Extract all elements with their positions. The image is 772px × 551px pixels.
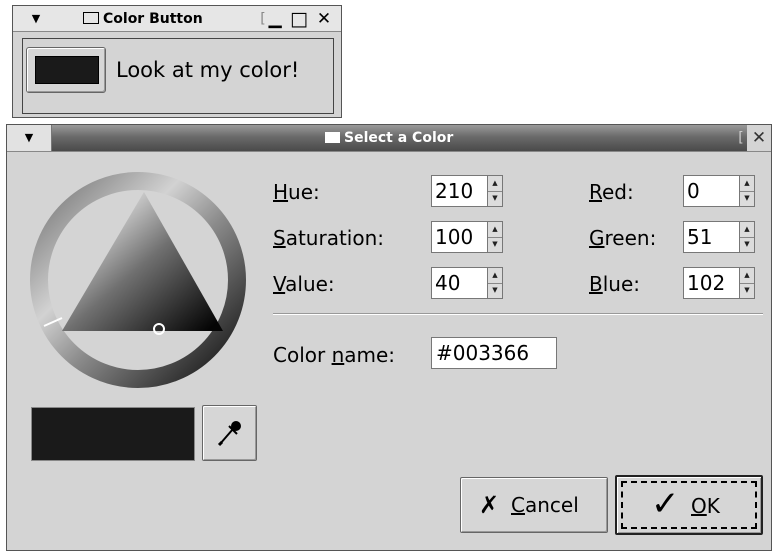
hsv-color-wheel[interactable] xyxy=(26,168,258,400)
ok-icon: ✓ xyxy=(651,484,680,524)
hue-increase-button[interactable]: ▲ xyxy=(488,176,502,192)
color-preview xyxy=(31,407,195,461)
value-spinbutton[interactable]: 40 ▲ ▼ xyxy=(431,267,503,299)
green-label: Green: xyxy=(589,226,657,250)
ok-button[interactable]: ✓ OK xyxy=(615,475,763,535)
window-title-text: Select a Color xyxy=(344,130,454,146)
eyedropper-icon xyxy=(217,421,241,447)
separator xyxy=(273,313,763,315)
color-button-label: Look at my color! xyxy=(116,58,300,82)
green-decrease-button[interactable]: ▼ xyxy=(740,237,754,252)
window-menu-button[interactable]: ▼ xyxy=(19,11,53,27)
value-decrease-button[interactable]: ▼ xyxy=(488,283,502,298)
window-icon xyxy=(83,12,99,24)
color-name-label: Color name: xyxy=(273,343,396,367)
ok-label: OK xyxy=(691,494,720,518)
green-spinbutton[interactable]: 51 ▲ ▼ xyxy=(683,221,755,253)
color-swatch xyxy=(35,56,99,84)
window-title: Color Button xyxy=(83,6,203,32)
focus-ring xyxy=(621,481,757,529)
hue-value: 210 xyxy=(435,179,474,203)
blue-increase-button[interactable]: ▲ xyxy=(740,268,754,284)
close-button[interactable]: ✕ xyxy=(311,6,337,32)
cancel-label: Cancel xyxy=(511,493,579,517)
blue-decrease-button[interactable]: ▼ xyxy=(740,283,754,298)
hue-spinbutton[interactable]: 210 ▲ ▼ xyxy=(431,175,503,207)
color-name-value: #003366 xyxy=(436,341,530,365)
color-button-window: ▼ Color Button [ ▁ □ ✕ Look at my color! xyxy=(12,5,342,118)
green-value: 51 xyxy=(687,225,713,249)
red-spinbutton[interactable]: 0 ▲ ▼ xyxy=(683,175,755,207)
blue-label: Blue: xyxy=(589,272,641,296)
eyedropper-button[interactable] xyxy=(202,405,257,461)
cancel-button[interactable]: ✗ Cancel xyxy=(460,477,608,533)
window-menu-button[interactable]: ▼ xyxy=(7,125,52,151)
hue-label: Hue: xyxy=(273,180,320,204)
red-label: Red: xyxy=(589,180,634,204)
red-value: 0 xyxy=(687,179,700,203)
value-label: Value: xyxy=(273,272,335,296)
cancel-icon: ✗ xyxy=(479,491,500,519)
saturation-increase-button[interactable]: ▲ xyxy=(488,222,502,238)
value-value: 40 xyxy=(435,271,461,295)
title-separator: [ xyxy=(738,130,744,146)
blue-spinbutton[interactable]: 102 ▲ ▼ xyxy=(683,267,755,299)
title-bar[interactable]: ▼ Color Button [ ▁ □ ✕ xyxy=(13,6,341,32)
minimize-button[interactable]: ▁ xyxy=(263,6,287,32)
red-decrease-button[interactable]: ▼ xyxy=(740,191,754,206)
red-increase-button[interactable]: ▲ xyxy=(740,176,754,192)
saturation-value: 100 xyxy=(435,225,474,249)
close-button[interactable]: ✕ xyxy=(747,125,771,151)
window-title-text: Color Button xyxy=(103,11,203,27)
color-button[interactable]: Look at my color! xyxy=(22,38,334,114)
saturation-spinbutton[interactable]: 100 ▲ ▼ xyxy=(431,221,503,253)
blue-value: 102 xyxy=(687,271,726,295)
title-bar[interactable]: ▼ Select a Color [ ✕ xyxy=(7,125,771,152)
window-title: Select a Color xyxy=(325,125,453,151)
window-icon xyxy=(325,132,340,143)
select-color-dialog: ▼ Select a Color [ ✕ Hue: 210 ▲ ▼ Satura… xyxy=(6,124,772,551)
green-increase-button[interactable]: ▲ xyxy=(740,222,754,238)
color-swatch-frame xyxy=(26,47,106,93)
hue-decrease-button[interactable]: ▼ xyxy=(488,191,502,206)
value-increase-button[interactable]: ▲ xyxy=(488,268,502,284)
saturation-label: Saturation: xyxy=(273,226,385,250)
color-name-input[interactable]: #003366 xyxy=(431,337,557,369)
saturation-decrease-button[interactable]: ▼ xyxy=(488,237,502,252)
maximize-button[interactable]: □ xyxy=(287,6,311,32)
